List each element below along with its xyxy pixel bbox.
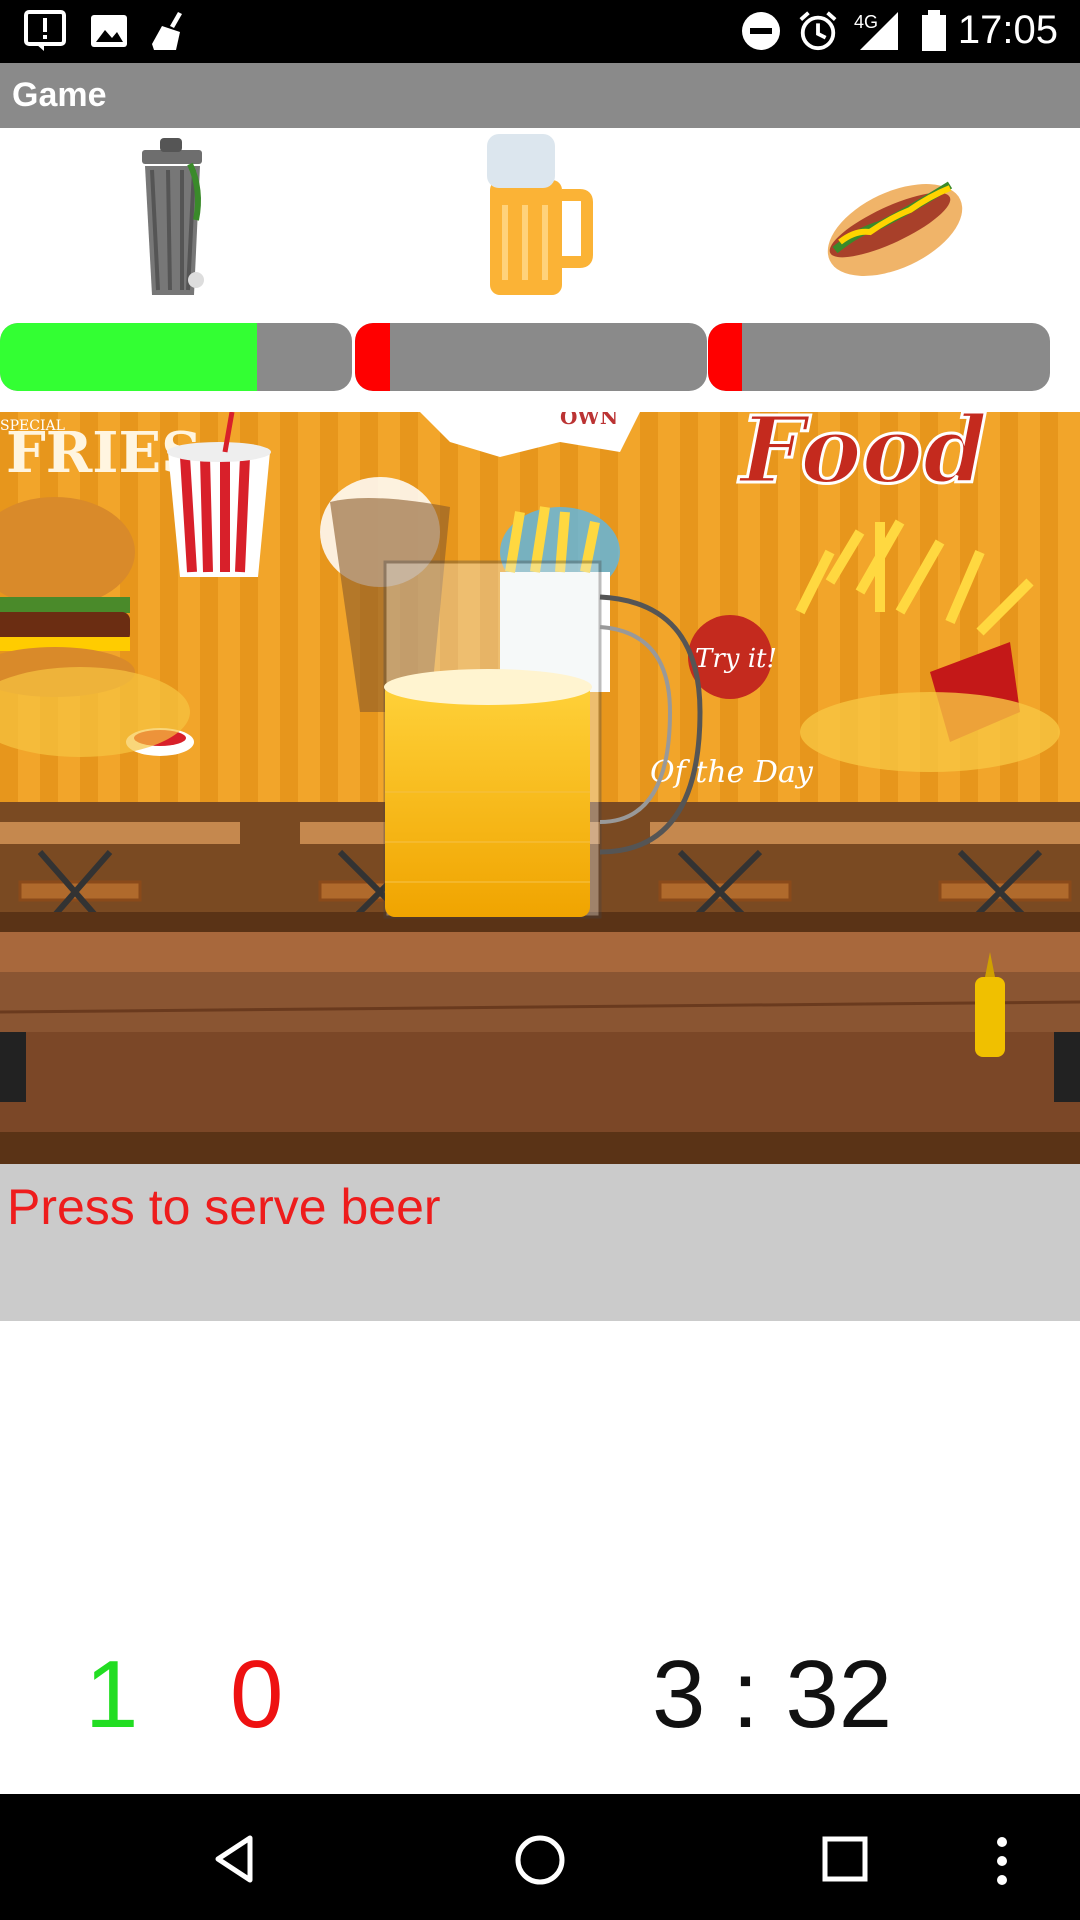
more-options-icon[interactable] [990, 1834, 1014, 1888]
battery-icon [922, 10, 946, 51]
food-sign-text: Food [737, 412, 987, 504]
status-bar: 4G 17:05 [0, 0, 1080, 63]
score-wrong: 0 [230, 1641, 284, 1748]
alert-icon [24, 10, 66, 51]
score-correct: 1 [85, 1641, 139, 1748]
beer-level-bar [355, 323, 707, 391]
status-time: 17:05 [957, 8, 1058, 52]
hotdog-icon[interactable] [800, 130, 980, 305]
broom-icon [152, 12, 182, 50]
signal-icon [860, 12, 898, 50]
beer-level-fill [355, 323, 391, 391]
game-timer: 3 : 32 [652, 1641, 893, 1748]
serve-beer-message: Press to serve beer [7, 1179, 441, 1235]
navigation-bar [0, 1794, 1080, 1920]
hotdog-level-fill [708, 323, 743, 391]
trash-level-fill [0, 323, 257, 391]
title-bar: Game [0, 63, 1080, 128]
serve-beer-panel[interactable]: Press to serve beer [0, 1164, 1080, 1321]
hotdog-level-bar [708, 323, 1050, 391]
game-scene[interactable]: FRIES SPECIAL OWN Food Try it! Of the Da… [0, 412, 1080, 1164]
page-title: Game [12, 76, 107, 114]
try-it-sign-text: Try it! [695, 644, 777, 674]
image-icon [91, 15, 127, 47]
alarm-icon [799, 11, 837, 51]
of-the-day-sign-text: Of the Day [650, 755, 814, 790]
trash-can-icon[interactable] [90, 130, 270, 305]
dnd-icon [742, 12, 780, 50]
own-sign-text: OWN [560, 412, 618, 429]
back-icon[interactable] [210, 1834, 260, 1884]
recents-icon[interactable] [820, 1834, 870, 1884]
home-icon[interactable] [512, 1832, 568, 1888]
trash-level-bar [0, 323, 352, 391]
restaurant-background: FRIES SPECIAL OWN Food Try it! Of the Da… [0, 412, 1080, 1164]
special-sign-text: SPECIAL [0, 418, 65, 434]
beer-mug-icon[interactable] [445, 130, 625, 305]
